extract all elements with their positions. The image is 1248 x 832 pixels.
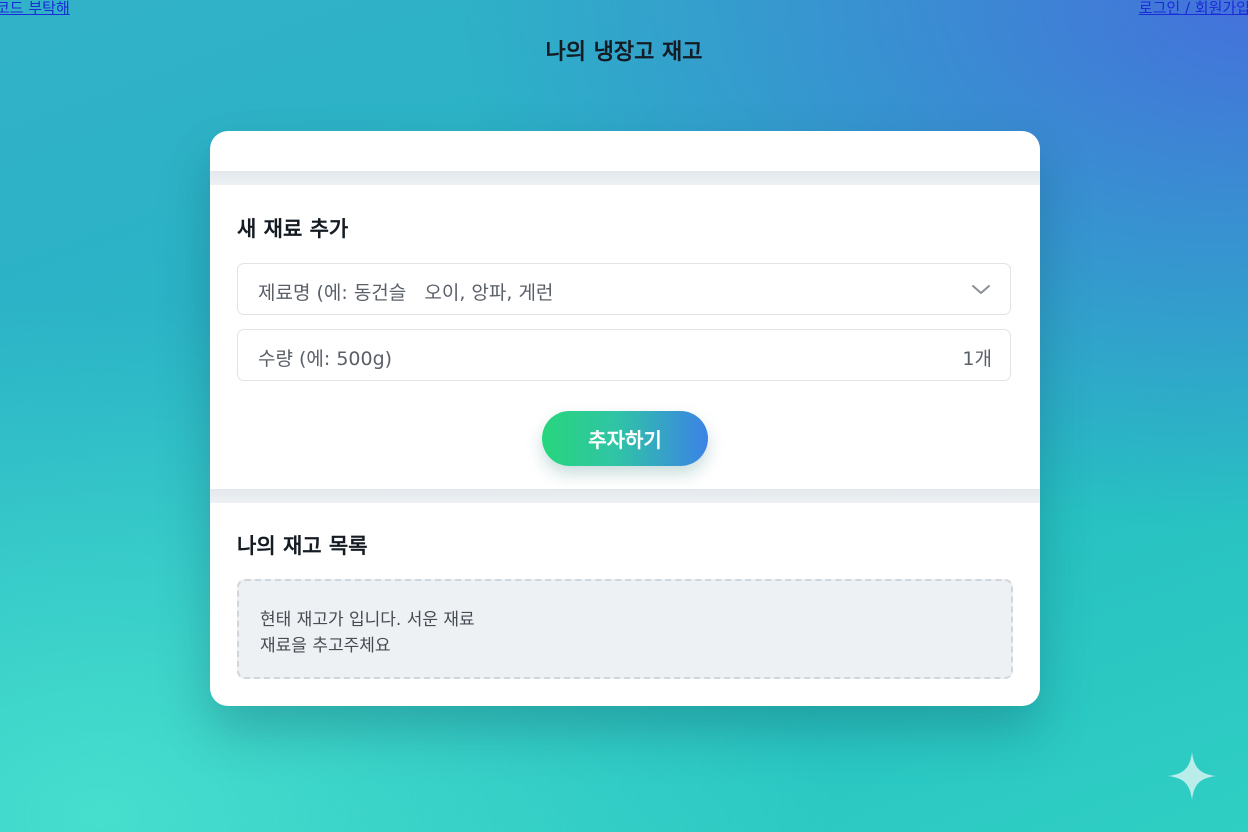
section-divider: [210, 489, 1040, 503]
page-title: 나의 냉장고 재고: [545, 40, 703, 65]
sparkle-icon: [1168, 752, 1216, 800]
inventory-card: 새 재료 추가 제료명 (에: 동건슬 오이, 앙파, 게런 수량 (에: 50…: [210, 131, 1040, 706]
ingredient-select[interactable]: 제료명 (에: 동건슬 오이, 앙파, 게런: [237, 263, 1011, 315]
quantity-input[interactable]: 수량 (에: 500g) 1개: [237, 329, 1011, 381]
empty-message-line: 재료을 추고주체요: [260, 636, 391, 656]
add-ingredient-button[interactable]: 추자하기: [542, 411, 708, 466]
empty-message-line: 현태 재고가 입니다. 서운 재료: [260, 610, 475, 630]
login-signup-link[interactable]: 로그인 / 회원가입: [1139, 0, 1248, 18]
quantity-unit: 1개: [962, 348, 992, 370]
inventory-list-title: 나의 재고 목록: [237, 534, 368, 558]
quantity-placeholder: 수량 (에: 500g): [258, 348, 393, 370]
empty-inventory-message: 현태 재고가 입니다. 서운 재료 재료을 추고주체요: [237, 579, 1013, 679]
top-link-left[interactable]: 코드 부탁해: [0, 0, 70, 18]
chevron-down-icon: [972, 285, 990, 294]
section-divider: [210, 171, 1040, 185]
add-ingredient-title: 새 재료 추가: [237, 217, 349, 241]
ingredient-placeholder: 제료명 (에: 동건슬 오이, 앙파, 게런: [258, 282, 554, 304]
